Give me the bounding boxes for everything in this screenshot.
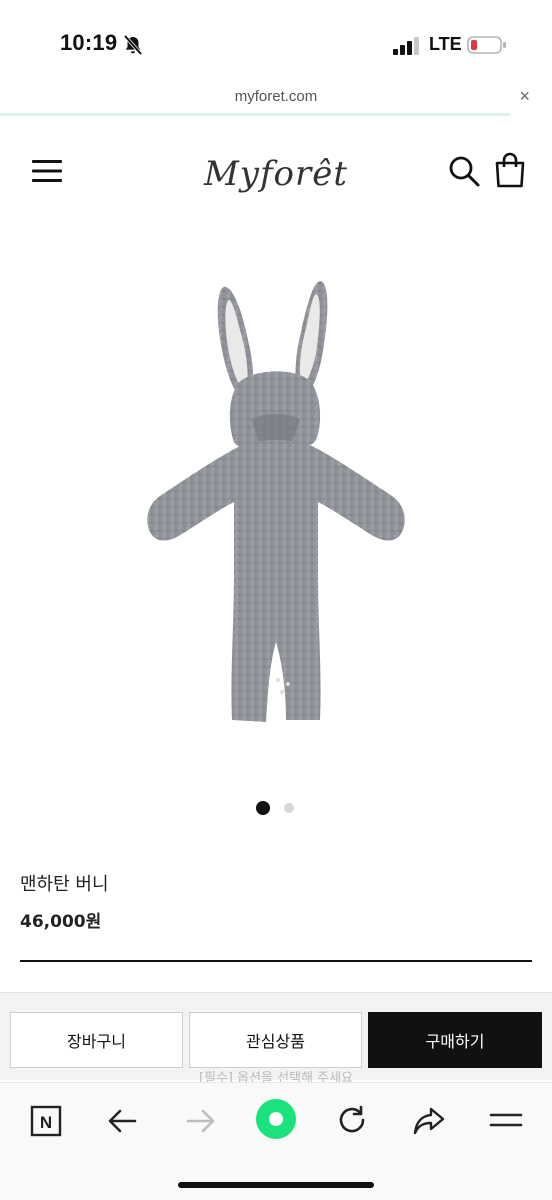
product-image[interactable] xyxy=(130,270,420,740)
green-dot-search-icon[interactable] xyxy=(254,1097,298,1141)
forward-arrow-icon[interactable] xyxy=(182,1103,218,1139)
add-to-cart-button[interactable]: 장바구니 xyxy=(10,1012,183,1068)
page-load-progress xyxy=(0,113,510,116)
image-pager xyxy=(0,800,552,818)
silent-bell-icon xyxy=(123,34,143,56)
battery-icon xyxy=(467,36,506,54)
required-option-note: [필수] 옵션을 선택해 주세요 xyxy=(198,1071,354,1083)
divider xyxy=(20,960,532,962)
close-icon[interactable]: × xyxy=(519,86,530,107)
url-text[interactable]: myforet.com xyxy=(0,88,552,105)
naver-home-icon[interactable]: N xyxy=(28,1103,64,1139)
add-to-wishlist-button[interactable]: 관심상품 xyxy=(189,1012,362,1068)
status-bar: 10:19 LTE xyxy=(0,0,552,84)
search-icon[interactable] xyxy=(447,154,481,188)
pager-dot-active[interactable] xyxy=(256,801,270,815)
romper-body xyxy=(147,440,405,722)
shopping-bag-icon[interactable] xyxy=(494,152,526,188)
home-indicator xyxy=(178,1182,374,1188)
browser-toolbar: N xyxy=(0,1082,552,1200)
signal-icon xyxy=(393,37,419,55)
product-price: 46,000원 xyxy=(20,912,102,932)
status-time: 10:19 xyxy=(60,30,118,55)
back-arrow-icon[interactable] xyxy=(105,1103,141,1139)
buy-now-button[interactable]: 구매하기 xyxy=(368,1012,542,1068)
more-menu-icon[interactable] xyxy=(488,1103,524,1139)
site-header: Myforêt xyxy=(0,118,552,228)
share-icon[interactable] xyxy=(411,1103,447,1139)
logo-text: Myforêt xyxy=(203,154,349,194)
site-logo[interactable]: Myforêt xyxy=(186,140,366,210)
refresh-icon[interactable] xyxy=(334,1103,370,1139)
naver-label: N xyxy=(40,1113,52,1132)
hamburger-menu-icon[interactable] xyxy=(31,158,63,184)
network-type: LTE xyxy=(429,34,462,54)
pager-dot[interactable] xyxy=(284,803,294,813)
product-name: 맨하탄 버니 xyxy=(20,874,109,895)
url-bar[interactable]: myforet.com × xyxy=(0,84,552,114)
